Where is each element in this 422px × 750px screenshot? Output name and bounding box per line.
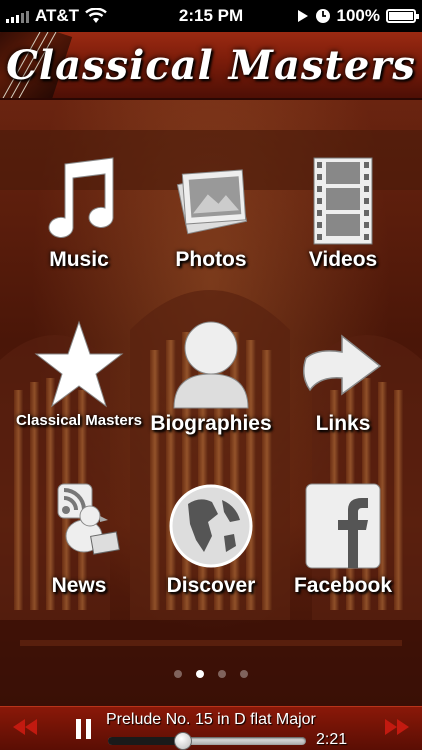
status-right: 100% [297,0,419,32]
news-tile[interactable]: News [14,480,144,598]
arrow-icon [303,334,382,396]
music-tile[interactable]: Music [14,156,144,272]
biographies-label: Biographies [150,412,272,435]
alarm-clock-icon [315,9,330,23]
classical-masters-tile[interactable]: Classical Masters [14,318,144,429]
fast-forward-icon [385,719,409,735]
page-dot[interactable] [240,670,248,678]
classical-masters-label: Classical Masters [16,412,142,429]
page-dot-active[interactable] [196,670,204,678]
battery-percent: 100% [336,6,380,25]
links-label: Links [315,412,371,435]
page-indicator[interactable] [0,670,422,678]
photos-icon [176,169,248,235]
news-label: News [51,574,107,597]
track-progress-slider[interactable] [108,732,306,750]
play-indicator-icon [297,10,308,22]
previous-track-button[interactable] [12,717,38,742]
pause-bar-right [86,719,91,739]
biographies-tile[interactable]: Biographies [146,318,276,436]
facebook-label: Facebook [293,574,393,597]
rewind-icon [13,719,37,735]
videos-tile[interactable]: Videos [278,156,408,272]
battery-icon [386,9,419,23]
status-bar: AT&T 2:15 PM 100% [0,0,422,32]
pause-bar-left [76,719,81,739]
track-progress-fill [108,737,184,745]
track-time: 2:21 [316,731,348,748]
star-icon [34,320,124,408]
app-header: Classical Masters [0,32,422,100]
person-icon [173,321,249,409]
app-title: Classical Masters [6,42,416,89]
next-track-button[interactable] [384,717,410,742]
facebook-tile[interactable]: Facebook [278,480,408,598]
page-dot[interactable] [218,670,226,678]
discover-tile[interactable]: Discover [146,480,276,598]
photos-label: Photos [175,248,247,271]
track-title: Prelude No. 15 in D flat Major [106,711,316,728]
facebook-icon [305,483,381,569]
links-tile[interactable]: Links [278,318,408,436]
track-slider-thumb[interactable] [174,732,193,750]
photos-tile[interactable]: Photos [146,156,276,272]
globe-icon [169,484,253,568]
page-dot[interactable] [174,670,182,678]
rss-bird-icon [57,483,120,555]
film-strip-icon [313,157,373,245]
discover-label: Discover [166,574,256,597]
music-label: Music [49,248,109,271]
videos-label: Videos [308,248,378,271]
music-note-icon [48,157,114,238]
pause-button[interactable] [76,719,92,739]
music-player-bar: Prelude No. 15 in D flat Major 2:21 [0,706,422,750]
